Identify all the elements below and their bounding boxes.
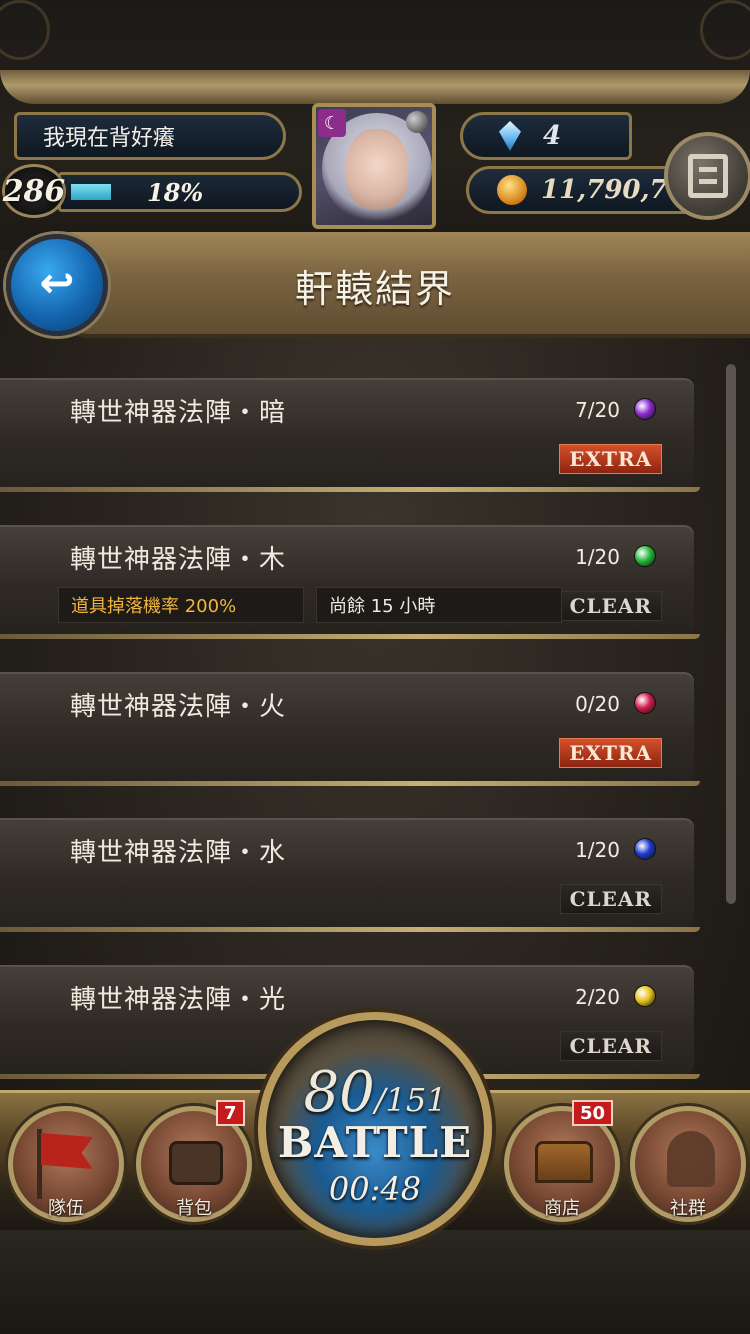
stage-progress: 1/20 xyxy=(575,838,620,862)
exp-fill xyxy=(71,184,111,200)
stage-card-water[interactable]: 轉世神器法陣・水 1/20 CLEAR xyxy=(0,818,700,932)
clear-badge: CLEAR xyxy=(559,1031,662,1061)
leader-avatar[interactable]: ☾ xyxy=(312,103,436,229)
stamina-display: 80/151 xyxy=(0,1060,750,1125)
stage-card-fire[interactable]: 轉世神器法陣・火 0/20 EXTRA xyxy=(0,672,700,786)
header-ornament xyxy=(0,70,750,104)
gem-count: 4 xyxy=(543,121,562,151)
wood-orb-icon xyxy=(634,545,656,567)
header-corner-right xyxy=(700,0,750,60)
stamina-current: 80 xyxy=(303,1060,375,1125)
back-button[interactable]: ↩ xyxy=(6,234,108,336)
stage-progress: 7/20 xyxy=(575,398,620,422)
stage-card-dark[interactable]: 轉世神器法陣・暗 7/20 EXTRA xyxy=(0,378,700,492)
clear-badge: CLEAR xyxy=(559,591,662,621)
stage-name: 轉世神器法陣・火 xyxy=(70,692,287,722)
time-remaining: 尚餘 15 小時 xyxy=(316,587,562,623)
header-corner-left xyxy=(0,0,50,60)
gem-counter[interactable]: 4 xyxy=(460,112,632,160)
stage-name: 轉世神器法陣・木 xyxy=(70,545,287,575)
drop-rate-bonus: 道具掉落機率 200% xyxy=(58,587,304,623)
light-orb-icon xyxy=(634,985,656,1007)
stage-name: 轉世神器法陣・水 xyxy=(70,838,287,868)
stage-card-wood[interactable]: 轉世神器法陣・木 1/20 CLEAR 道具掉落機率 200% 尚餘 15 小時 xyxy=(0,525,700,639)
coin-icon xyxy=(497,175,527,205)
level-badge: 286 xyxy=(2,164,66,218)
scrollbar[interactable] xyxy=(726,364,736,904)
stamina-timer: 00:48 xyxy=(328,1170,422,1208)
exp-percent: 18% xyxy=(147,178,204,207)
stage-name: 轉世神器法陣・光 xyxy=(70,985,287,1015)
stamina-max: /151 xyxy=(374,1081,447,1119)
extra-badge: EXTRA xyxy=(559,444,662,474)
clear-badge: CLEAR xyxy=(559,884,662,914)
avatar-face xyxy=(346,129,408,209)
back-arrow-icon: ↩ xyxy=(39,258,75,307)
orb-icon xyxy=(406,111,428,133)
list-icon xyxy=(688,154,728,198)
stage-progress: 1/20 xyxy=(575,545,620,569)
dark-orb-icon xyxy=(634,398,656,420)
extra-badge: EXTRA xyxy=(559,738,662,768)
exp-bar: 18% xyxy=(58,172,302,212)
stage-progress: 0/20 xyxy=(575,692,620,716)
battle-label: BATTLE xyxy=(277,1118,473,1167)
menu-button[interactable] xyxy=(664,132,750,220)
stage-name: 轉世神器法陣・暗 xyxy=(70,398,287,428)
dark-attribute-icon: ☾ xyxy=(318,109,346,137)
fire-orb-icon xyxy=(634,692,656,714)
diamond-icon xyxy=(499,121,521,151)
page-title: 軒轅結界 xyxy=(294,267,455,311)
stage-progress: 2/20 xyxy=(575,985,620,1009)
water-orb-icon xyxy=(634,838,656,860)
player-name[interactable]: 我現在背好癢 xyxy=(14,112,286,160)
